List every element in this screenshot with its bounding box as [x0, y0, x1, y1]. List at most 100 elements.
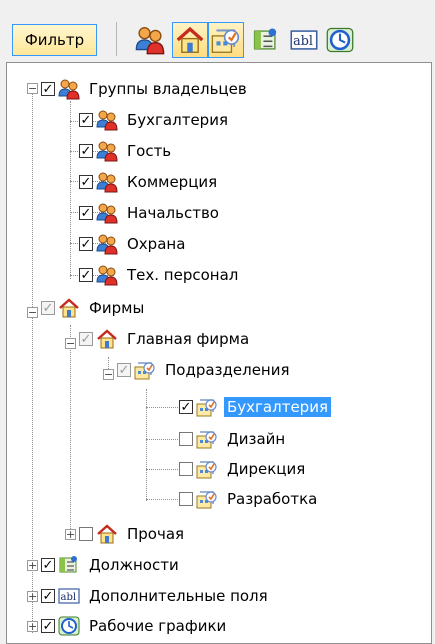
checkbox-checked[interactable]: ✓: [41, 558, 55, 572]
owner-groups-icon: [96, 140, 118, 162]
tree-node-label: Тех. персонал: [127, 266, 239, 284]
tree-node-label: Охрана: [127, 235, 186, 253]
departments-icon: [134, 359, 156, 381]
clock-icon: [326, 26, 354, 54]
tree-node-label: Рабочие графики: [89, 617, 227, 635]
checkbox-checked[interactable]: ✓: [41, 82, 55, 96]
tree-node-label: Дизайн: [227, 430, 286, 448]
checkbox-unchecked[interactable]: [179, 492, 193, 506]
expand-toggle[interactable]: +: [27, 591, 38, 602]
departments-toggle[interactable]: [208, 22, 244, 58]
house-icon: [96, 328, 118, 350]
house-icon: [175, 25, 205, 55]
departments-icon: [196, 488, 218, 510]
collapse-toggle[interactable]: −: [103, 369, 114, 380]
house-icon: [96, 523, 118, 545]
tree-line: [146, 469, 178, 470]
collapse-toggle[interactable]: −: [27, 307, 38, 318]
tree-node-main-firm[interactable]: ✓ Главная фирма: [79, 324, 252, 354]
checkbox-checked[interactable]: ✓: [79, 144, 93, 158]
tree-node-other-firm[interactable]: Прочая: [79, 519, 187, 549]
collapse-toggle[interactable]: −: [27, 83, 38, 94]
tree-node-label: Разработка: [227, 490, 318, 508]
collapse-toggle[interactable]: −: [65, 338, 76, 349]
tree-node-department[interactable]: ✓ Бухгалтерия: [179, 392, 331, 422]
tree-node-label: Дирекция: [227, 460, 306, 478]
owner-groups-icon: [135, 25, 165, 55]
owner-groups-icon: [96, 171, 118, 193]
tree-node-label: Начальство: [127, 204, 219, 222]
tree-node-positions[interactable]: ✓ Должности: [41, 550, 182, 580]
tree-view[interactable]: − − − − + + + + ✓ Группы владельцев ✓ Бу…: [6, 62, 432, 644]
owner-groups-icon: [96, 109, 118, 131]
tree-node-group[interactable]: ✓ Охрана: [79, 229, 188, 259]
house-icon: [58, 297, 80, 319]
tree-node-label: Группы владельцев: [89, 80, 247, 98]
positions-icon: [58, 554, 80, 576]
tree-line: [32, 85, 33, 633]
tree-node-group[interactable]: ✓ Бухгалтерия: [79, 105, 231, 135]
departments-icon: [196, 396, 218, 418]
expand-toggle[interactable]: +: [27, 560, 38, 571]
checkbox-checked[interactable]: ✓: [41, 619, 55, 633]
expand-toggle[interactable]: +: [27, 621, 38, 632]
checkbox-checked[interactable]: ✓: [41, 589, 55, 603]
text-field-icon: [290, 26, 318, 54]
owner-groups-icon: [96, 202, 118, 224]
tree-node-label: Бухгалтерия: [127, 111, 228, 129]
tree-node-group[interactable]: ✓ Тех. персонал: [79, 260, 241, 290]
owner-groups-icon: [96, 264, 118, 286]
tree-node-department[interactable]: Разработка: [179, 484, 320, 514]
tree-node-owner-groups[interactable]: ✓ Группы владельцев: [41, 74, 250, 104]
checkbox-checked[interactable]: ✓: [79, 237, 93, 251]
checkbox-checked[interactable]: ✓: [179, 400, 193, 414]
tree-node-label: Дополнительные поля: [89, 587, 268, 605]
tree-line: [146, 389, 147, 501]
tree-node-group[interactable]: ✓ Гость: [79, 136, 174, 166]
toolbar: Фильтр: [0, 0, 435, 58]
tree-node-extra-fields[interactable]: ✓ Дополнительные поля: [41, 581, 271, 611]
positions-toggle[interactable]: [248, 22, 284, 58]
checkbox-checked[interactable]: ✓: [79, 175, 93, 189]
tree-line: [146, 407, 178, 408]
checkbox-partial[interactable]: ✓: [79, 332, 93, 346]
tree-line: [70, 101, 71, 279]
checkbox-partial[interactable]: ✓: [41, 301, 55, 315]
tree-node-label: Должности: [89, 556, 179, 574]
checkbox-unchecked[interactable]: [179, 462, 193, 476]
firms-toggle[interactable]: [172, 22, 208, 58]
extra-fields-toggle[interactable]: [286, 22, 322, 58]
clock-icon: [58, 615, 80, 637]
filter-button[interactable]: Фильтр: [12, 24, 97, 56]
text-field-icon: [58, 585, 80, 607]
checkbox-checked[interactable]: ✓: [79, 268, 93, 282]
filter-button-label: Фильтр: [24, 31, 85, 49]
owner-groups-toggle[interactable]: [132, 22, 168, 58]
owner-groups-icon: [96, 233, 118, 255]
tree-node-label: Прочая: [127, 525, 185, 543]
toolbar-separator: [116, 22, 117, 56]
checkbox-unchecked[interactable]: [79, 527, 93, 541]
tree-line: [146, 439, 178, 440]
tree-node-label: Коммерция: [127, 173, 218, 191]
tree-node-department[interactable]: Дирекция: [179, 454, 308, 484]
checkbox-checked[interactable]: ✓: [79, 113, 93, 127]
tree-node-group[interactable]: ✓ Коммерция: [79, 167, 220, 197]
checkbox-unchecked[interactable]: [179, 432, 193, 446]
tree-node-department[interactable]: Дизайн: [179, 424, 288, 454]
departments-icon: [211, 25, 241, 55]
tree-node-schedules[interactable]: ✓ Рабочие графики: [41, 611, 229, 641]
tree-node-label-selected: Бухгалтерия: [224, 397, 331, 417]
tree-line: [70, 325, 71, 535]
tree-node-label: Подразделения: [165, 361, 290, 379]
tree-node-group[interactable]: ✓ Начальство: [79, 198, 222, 228]
checkbox-partial[interactable]: ✓: [117, 363, 131, 377]
expand-toggle[interactable]: +: [65, 529, 76, 540]
departments-icon: [196, 458, 218, 480]
tree-node-label: Фирмы: [89, 299, 145, 317]
work-schedules-toggle[interactable]: [322, 22, 358, 58]
owner-groups-icon: [58, 78, 80, 100]
tree-node-firms[interactable]: ✓ Фирмы: [41, 293, 147, 323]
tree-node-departments[interactable]: ✓ Подразделения: [117, 355, 293, 385]
checkbox-checked[interactable]: ✓: [79, 206, 93, 220]
